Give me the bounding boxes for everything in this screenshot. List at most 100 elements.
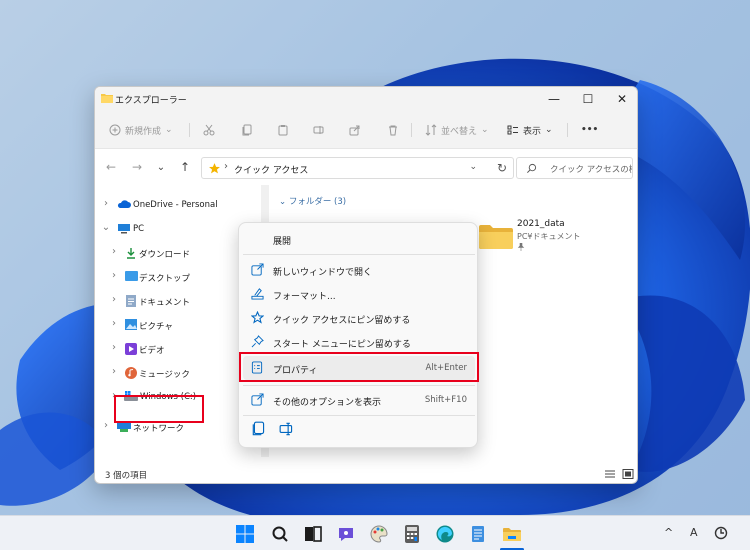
window-title: エクスプローラー: [115, 96, 187, 106]
sort-icon: [425, 124, 437, 136]
folder-tile-2021-data[interactable]: 2021_data PC¥ドキュメント: [479, 219, 629, 259]
taskbar: ^ A: [0, 515, 750, 550]
folder-icon: [479, 225, 513, 249]
windows-start-icon[interactable]: [235, 524, 255, 544]
menu-item-shortcut: Shift+F10: [424, 395, 467, 405]
expand-chevron-icon[interactable]: ›: [101, 420, 111, 431]
open-new-window-icon: [251, 263, 264, 276]
pin-icon: [517, 243, 525, 251]
search-icon[interactable]: [270, 524, 290, 544]
chevron-down-icon: ⌄: [165, 125, 173, 135]
menu-separator: [243, 415, 475, 416]
star-outline-icon: [251, 311, 264, 324]
file-explorer-icon[interactable]: [502, 524, 522, 544]
copy-icon[interactable]: [251, 421, 267, 437]
folder-icon: [101, 94, 113, 103]
title-bar[interactable]: エクスプローラー — ☐ ✕: [95, 87, 637, 111]
address-dropdown-icon[interactable]: ⌄: [469, 162, 477, 172]
view-list-icon: [507, 125, 518, 135]
expand-chevron-icon[interactable]: ›: [109, 294, 119, 305]
ime-mode-icon[interactable]: [714, 526, 728, 540]
video-icon: [125, 343, 137, 355]
new-button[interactable]: 新規作成 ⌄: [109, 120, 173, 140]
tiles-view-icon[interactable]: [621, 467, 635, 481]
address-bar[interactable]: › クイック アクセス ⌄: [201, 157, 514, 179]
paint-icon[interactable]: [369, 524, 389, 544]
menu-item-more-options[interactable]: その他のオプションを表示 Shift+F10: [243, 388, 475, 412]
menu-item-label: スタート メニューにピン留めする: [273, 340, 411, 350]
expand-chevron-icon[interactable]: ›: [109, 366, 119, 377]
refresh-icon[interactable]: ↻: [490, 157, 514, 179]
sidebar-item-label: ビデオ: [139, 346, 165, 356]
edge-browser-icon[interactable]: [435, 524, 455, 544]
sidebar-item-label: デスクトップ: [139, 274, 191, 284]
expand-chevron-icon[interactable]: ›: [109, 342, 119, 353]
expand-chevron-icon[interactable]: ›: [109, 270, 119, 281]
clipboard-icon: [278, 125, 288, 136]
folder-name: 2021_data: [517, 219, 565, 229]
maximize-button[interactable]: ☐: [571, 87, 605, 111]
group-header-label: フォルダー (3): [288, 197, 347, 207]
minimize-button[interactable]: —: [537, 87, 571, 111]
share-button[interactable]: [349, 120, 361, 140]
view-button[interactable]: 表示 ⌄: [507, 120, 553, 140]
search-box[interactable]: クイック アクセスの検...: [516, 157, 633, 179]
toolbar-divider: [411, 123, 412, 137]
up-arrow-icon[interactable]: ↑: [177, 159, 193, 175]
details-view-icon[interactable]: [603, 467, 617, 481]
pin-icon: [251, 335, 264, 348]
menu-item-pin-start[interactable]: スタート メニューにピン留めする: [243, 330, 475, 354]
view-button-label: 表示: [523, 126, 542, 137]
rename-icon: [313, 126, 324, 134]
rename-button[interactable]: [313, 120, 325, 140]
expand-chevron-icon[interactable]: ›: [109, 246, 119, 257]
sort-button[interactable]: 並べ替え ⌄: [425, 120, 489, 140]
document-icon: [126, 295, 136, 307]
trash-icon: [389, 125, 397, 136]
chevron-down-icon: ⌄: [545, 125, 553, 135]
address-path: クイック アクセス: [234, 166, 309, 176]
search-icon: [527, 163, 537, 173]
new-button-label: 新規作成: [125, 126, 162, 137]
chat-icon[interactable]: [336, 524, 356, 544]
collapse-chevron-icon[interactable]: ⌄: [101, 222, 111, 233]
close-button[interactable]: ✕: [605, 87, 637, 111]
address-row: ← → ⌄ ↑ › クイック アクセス ⌄ ↻ クイック アクセスの検...: [95, 149, 637, 185]
tray-overflow-chevron-icon[interactable]: ^: [664, 526, 673, 539]
pc-icon: [118, 224, 130, 234]
sidebar-item-label: PC: [133, 224, 145, 234]
paste-button[interactable]: [277, 120, 289, 140]
sidebar-item-label: ピクチャ: [139, 322, 173, 332]
back-arrow-icon[interactable]: ←: [103, 159, 119, 175]
cut-button[interactable]: [203, 120, 215, 140]
context-menu: 展開 新しいウィンドウで開く フォーマット... クイック アクセスにピン留めす…: [238, 222, 478, 448]
task-view-icon[interactable]: [303, 524, 323, 544]
recent-chevron-icon[interactable]: ⌄: [153, 159, 169, 175]
menu-item-label: 新しいウィンドウで開く: [273, 268, 373, 278]
expand-chevron-icon[interactable]: ›: [101, 198, 111, 209]
menu-item-format[interactable]: フォーマット...: [243, 282, 475, 306]
menu-item-open-new-window[interactable]: 新しいウィンドウで開く: [243, 258, 475, 282]
plus-circle-icon: [109, 124, 121, 136]
folder-group-header[interactable]: ⌄ フォルダー (3): [279, 195, 346, 207]
copy-button[interactable]: [241, 120, 253, 140]
more-options-button[interactable]: •••: [581, 120, 598, 140]
scissors-icon: [203, 124, 215, 136]
menu-item-expand[interactable]: 展開: [243, 227, 475, 251]
forward-arrow-icon[interactable]: →: [129, 159, 145, 175]
menu-item-label: フォーマット...: [273, 292, 336, 302]
menu-item-label: 展開: [273, 237, 292, 247]
toolbar-divider: [189, 123, 190, 137]
search-placeholder: クイック アクセスの検...: [550, 165, 632, 175]
menu-separator: [243, 254, 475, 255]
menu-item-pin-quick-access[interactable]: クイック アクセスにピン留めする: [243, 306, 475, 330]
sidebar-item-onedrive[interactable]: › OneDrive - Personal: [95, 195, 263, 215]
ime-indicator[interactable]: A: [690, 526, 698, 539]
sort-button-label: 並べ替え: [441, 126, 478, 137]
rename-icon[interactable]: [279, 421, 295, 437]
expand-chevron-icon[interactable]: ›: [109, 318, 119, 329]
delete-button[interactable]: [387, 120, 399, 140]
notepad-icon[interactable]: [468, 524, 488, 544]
calculator-icon[interactable]: [402, 524, 422, 544]
share-icon: [349, 125, 360, 136]
